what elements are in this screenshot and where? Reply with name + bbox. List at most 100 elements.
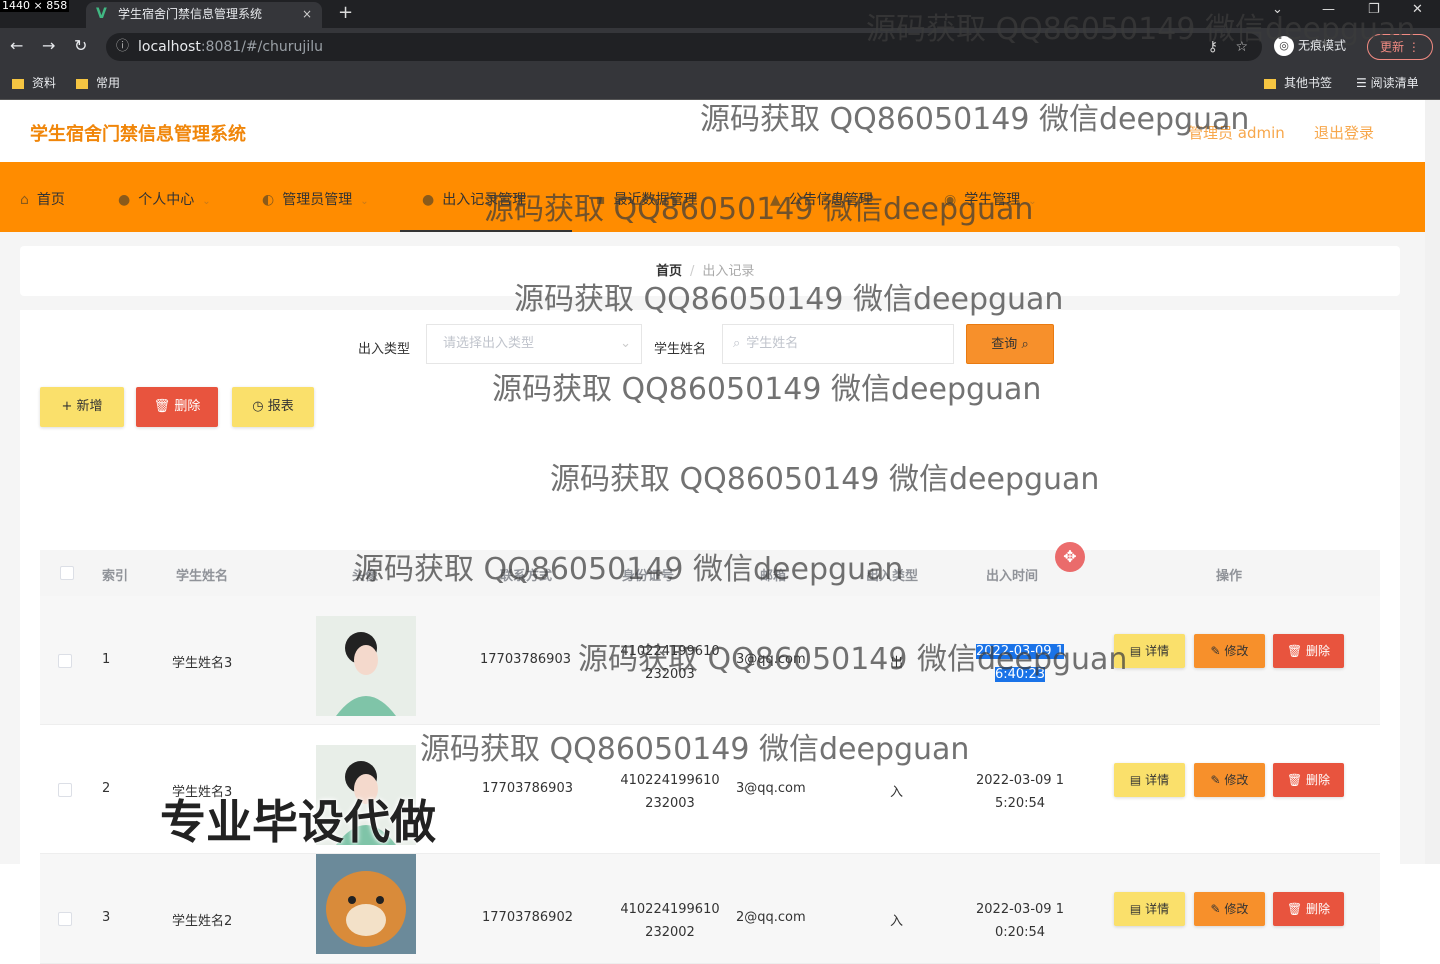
select-all-checkbox[interactable] (60, 566, 74, 580)
admin-icon: ◐ (262, 192, 275, 208)
row-checkbox[interactable] (58, 654, 72, 668)
edit-button[interactable]: ✎ 修改 (1194, 892, 1265, 926)
nav-label: 公告信息管理 (788, 192, 873, 208)
vue-logo-icon: V (96, 6, 107, 22)
delete-row-button[interactable]: 🗑 删除 (1273, 634, 1344, 668)
doc-icon: ▤ (1129, 902, 1146, 916)
delete-row-button[interactable]: 🗑 删除 (1273, 763, 1344, 797)
idcard-line: 410224199610 (620, 644, 720, 659)
page-scrollbar[interactable] (1425, 100, 1440, 864)
back-icon[interactable]: ← (10, 36, 23, 55)
logout-link[interactable]: 退出登录 (1314, 122, 1374, 143)
report-button[interactable]: ◷ 报表 (232, 387, 314, 427)
minimize-icon[interactable]: — (1322, 2, 1335, 17)
nav-item-home[interactable]: ⌂ 首页 (20, 189, 65, 232)
key-icon[interactable]: ⚷ (1208, 33, 1218, 61)
reading-list[interactable]: ☰ 阅读清单 (1356, 74, 1419, 91)
reading-list-icon: ☰ (1356, 76, 1371, 90)
close-window-icon[interactable]: ✕ (1412, 2, 1423, 17)
bookmark-folder[interactable]: 资料 (12, 74, 56, 91)
student-icon: ◉ (944, 192, 957, 208)
detail-label: 详情 (1145, 902, 1170, 916)
pencil-icon: ✎ (1210, 773, 1225, 787)
time-line: 6:40:23 (994, 667, 1046, 682)
col-avatar: 头像 (352, 569, 379, 584)
time-line: 2022-03-09 1 (976, 644, 1064, 659)
query-button[interactable]: 查询 ⌕ (966, 324, 1054, 364)
move-cursor-icon: ✥ (1055, 542, 1085, 572)
detail-button[interactable]: ▤ 详情 (1114, 634, 1185, 668)
incognito-indicator[interactable]: ◎ 无痕模式 (1274, 36, 1346, 56)
nav-item-profile[interactable]: ● 个人中心 ⌄ (118, 189, 211, 232)
site-info-icon[interactable]: ⓘ (116, 33, 129, 61)
tab-title: 学生宿舍门禁信息管理系统 (118, 7, 263, 21)
detail-label: 详情 (1145, 773, 1170, 787)
col-actions: 操作 (1216, 569, 1243, 584)
time-line: 5:20:54 (994, 796, 1046, 811)
forward-icon[interactable]: → (42, 36, 55, 55)
other-bookmarks[interactable]: 其他书签 (1264, 74, 1332, 91)
name-search-input[interactable]: ⌕ 学生姓名 (722, 324, 954, 364)
browser-tab[interactable]: V 学生宿舍门禁信息管理系统 × (86, 2, 322, 28)
delete-row-button[interactable]: 🗑 删除 (1273, 892, 1344, 926)
trash-icon: 🗑 (1286, 644, 1307, 658)
nav-label: 个人中心 (138, 192, 195, 208)
delete-label: 删除 (174, 399, 201, 414)
cell-phone: 17703786902 (482, 910, 573, 925)
nav-label: 管理员管理 (282, 192, 353, 208)
add-button[interactable]: + 新增 (40, 387, 124, 427)
new-tab-button[interactable]: + (338, 0, 353, 26)
time-line: 2022-03-09 1 (976, 902, 1064, 917)
edit-label: 修改 (1224, 644, 1249, 658)
nav-item-recent[interactable]: ▪ 最近数据管理 (596, 189, 698, 232)
chevron-down-icon: ⌄ (1028, 196, 1037, 207)
idcard-line: 410224199610 (620, 773, 720, 788)
idcard-line: 232003 (645, 667, 695, 682)
cell-phone: 17703786903 (480, 652, 571, 667)
row-checkbox[interactable] (58, 912, 72, 926)
chevron-down-icon: ⌄ (360, 196, 369, 207)
reload-icon[interactable]: ↻ (74, 36, 87, 55)
update-label: 更新 (1380, 40, 1405, 54)
data-icon: ▪ (596, 192, 606, 208)
user-icon: ● (118, 192, 131, 208)
app-title: 学生宿舍门禁信息管理系统 (30, 124, 246, 145)
trash-icon: 🗑 (1286, 773, 1307, 787)
detail-button[interactable]: ▤ 详情 (1114, 763, 1185, 797)
search-icon: ⌕ (1021, 337, 1029, 352)
edit-button[interactable]: ✎ 修改 (1194, 763, 1265, 797)
col-email: 邮箱 (760, 569, 787, 584)
url-host: localhost (138, 39, 201, 55)
detail-button[interactable]: ▤ 详情 (1114, 892, 1185, 926)
bookmark-folder[interactable]: 常用 (76, 74, 120, 91)
col-idcard: 身份证号 (622, 569, 675, 584)
update-button[interactable]: 更新 ⋮ (1367, 34, 1433, 60)
cell-name: 学生姓名2 (172, 914, 233, 929)
type-select[interactable]: 请选择出入类型 ⌄ (426, 324, 642, 364)
breadcrumb-current: 出入记录 (702, 264, 755, 279)
watermark-big: 专业毕设代做 (160, 795, 436, 849)
home-icon: ⌂ (20, 192, 29, 208)
report-label: 报表 (267, 399, 294, 414)
edit-label: 修改 (1224, 902, 1249, 916)
nav-item-records[interactable]: ● 出入记录管理 (400, 189, 572, 232)
address-bar[interactable]: ⓘ localhost:8081/#/churujilu ⚷ ☆ (106, 33, 1262, 61)
tab-close-icon[interactable]: × (302, 2, 312, 26)
cell-type: 出 (890, 656, 904, 671)
breadcrumb: 首页 / 出入记录 (656, 260, 754, 279)
cell-idcard: 410224199610 232002 (600, 898, 740, 944)
breadcrumb-home[interactable]: 首页 (656, 264, 682, 279)
nav-item-notice[interactable]: ▲ 公告信息管理 (770, 189, 873, 232)
edit-button[interactable]: ✎ 修改 (1194, 634, 1265, 668)
bookmark-star-icon[interactable]: ☆ (1235, 33, 1248, 61)
nav-item-students[interactable]: ◉ 学生管理 ⌄ (944, 189, 1037, 232)
batch-delete-button[interactable]: 🗑 删除 (136, 387, 218, 427)
name-input-placeholder: 学生姓名 (746, 336, 799, 351)
row-checkbox[interactable] (58, 783, 72, 797)
query-label: 查询 (991, 337, 1018, 352)
nav-item-admin[interactable]: ◐ 管理员管理 ⌄ (262, 189, 369, 232)
tab-search-icon[interactable]: ⌄ (1272, 2, 1283, 17)
admin-label: 管理员 admin (1188, 124, 1285, 142)
idcard-line: 232003 (645, 796, 695, 811)
restore-icon[interactable]: ❐ (1368, 2, 1380, 17)
